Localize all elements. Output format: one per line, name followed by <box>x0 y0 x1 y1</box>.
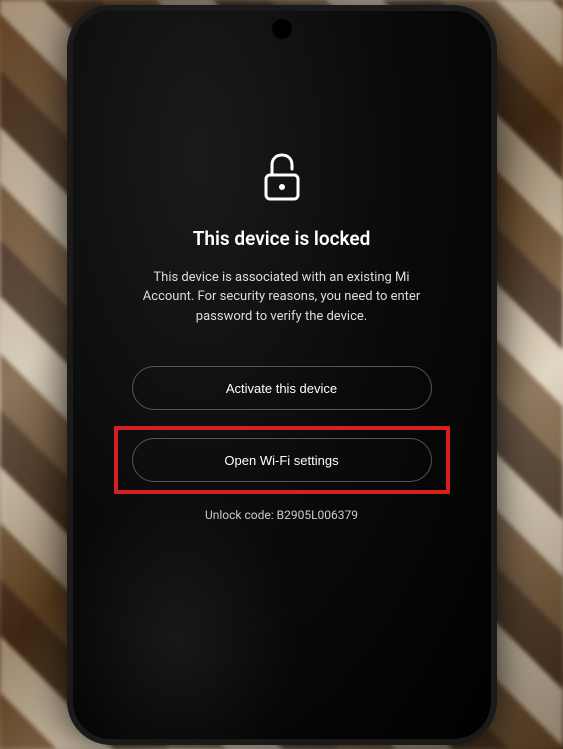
lock-screen: This device is locked This device is ass… <box>73 11 491 739</box>
camera-notch <box>272 19 292 39</box>
phone-frame: This device is locked This device is ass… <box>67 5 497 745</box>
lock-title: This device is locked <box>193 227 371 250</box>
open-wifi-settings-button[interactable]: Open Wi-Fi settings <box>132 438 432 482</box>
lock-description: This device is associated with an existi… <box>127 268 437 327</box>
highlight-annotation: Open Wi-Fi settings <box>114 426 450 494</box>
lock-icon <box>260 151 304 207</box>
unlock-code-label: Unlock code: B2905L006379 <box>205 508 358 522</box>
screen-glare <box>67 489 303 745</box>
activate-device-button[interactable]: Activate this device <box>132 366 432 410</box>
